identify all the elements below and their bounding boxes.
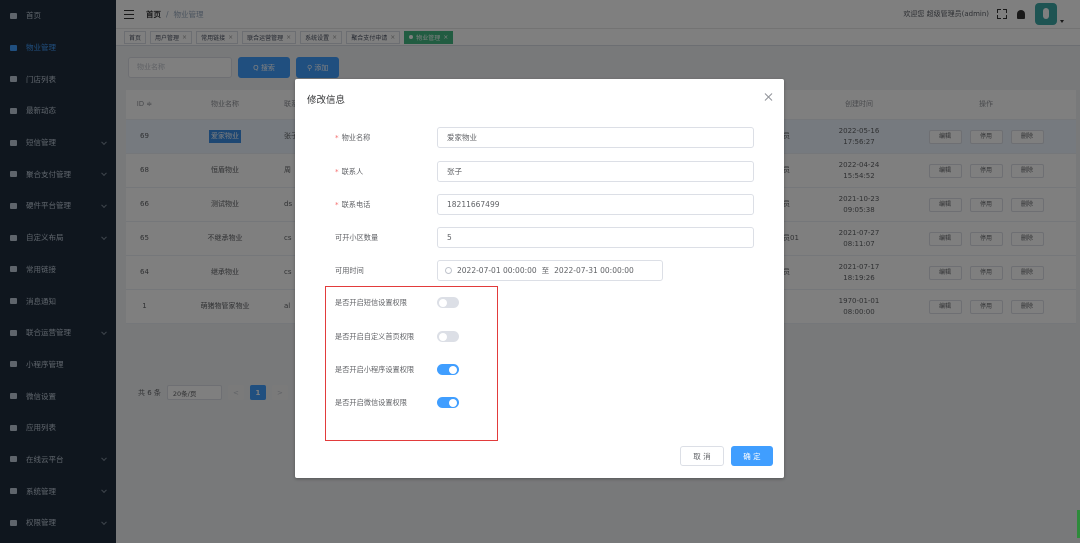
field-label: * 物业名称 [335,132,371,142]
form-row-period: 可用时间 2022-07-01 00:00:00 至 2022-07-31 00… [295,260,784,281]
form-row-contact: * 联系人 [295,161,784,182]
field-label: 可开小区数量 [335,232,379,242]
range-end: 2022-07-31 00:00:00 [554,266,634,275]
field-label: * 联系人 [335,166,364,176]
range-start: 2022-07-01 00:00:00 [457,266,537,275]
required-mark: * [335,132,339,142]
clock-icon [445,267,452,274]
close-icon[interactable] [764,93,772,101]
form-row-phone: * 联系电话 [295,194,784,215]
range-separator: 至 [541,266,550,275]
form-row-communities: 可开小区数量 [295,227,784,248]
required-mark: * [335,166,339,176]
phone-input[interactable] [437,194,754,215]
dialog-title: 修改信息 [307,95,346,106]
required-mark: * [335,199,339,209]
highlight-box [325,286,498,441]
field-label: 可用时间 [335,265,364,275]
field-label: * 联系电话 [335,199,371,209]
contact-input[interactable] [437,161,754,182]
form-row-name: * 物业名称 [295,127,784,148]
community-count-input[interactable] [437,227,754,248]
edit-dialog: 修改信息 *物业名称 *联系人 *联系电话 可开小区数量 可用时间 2022-0… [295,79,784,478]
cancel-button[interactable]: 取 消 [680,446,724,466]
property-name-input[interactable] [437,127,754,148]
date-range-picker[interactable]: 2022-07-01 00:00:00 至 2022-07-31 00:00:0… [437,260,663,281]
confirm-button[interactable]: 确 定 [731,446,773,466]
